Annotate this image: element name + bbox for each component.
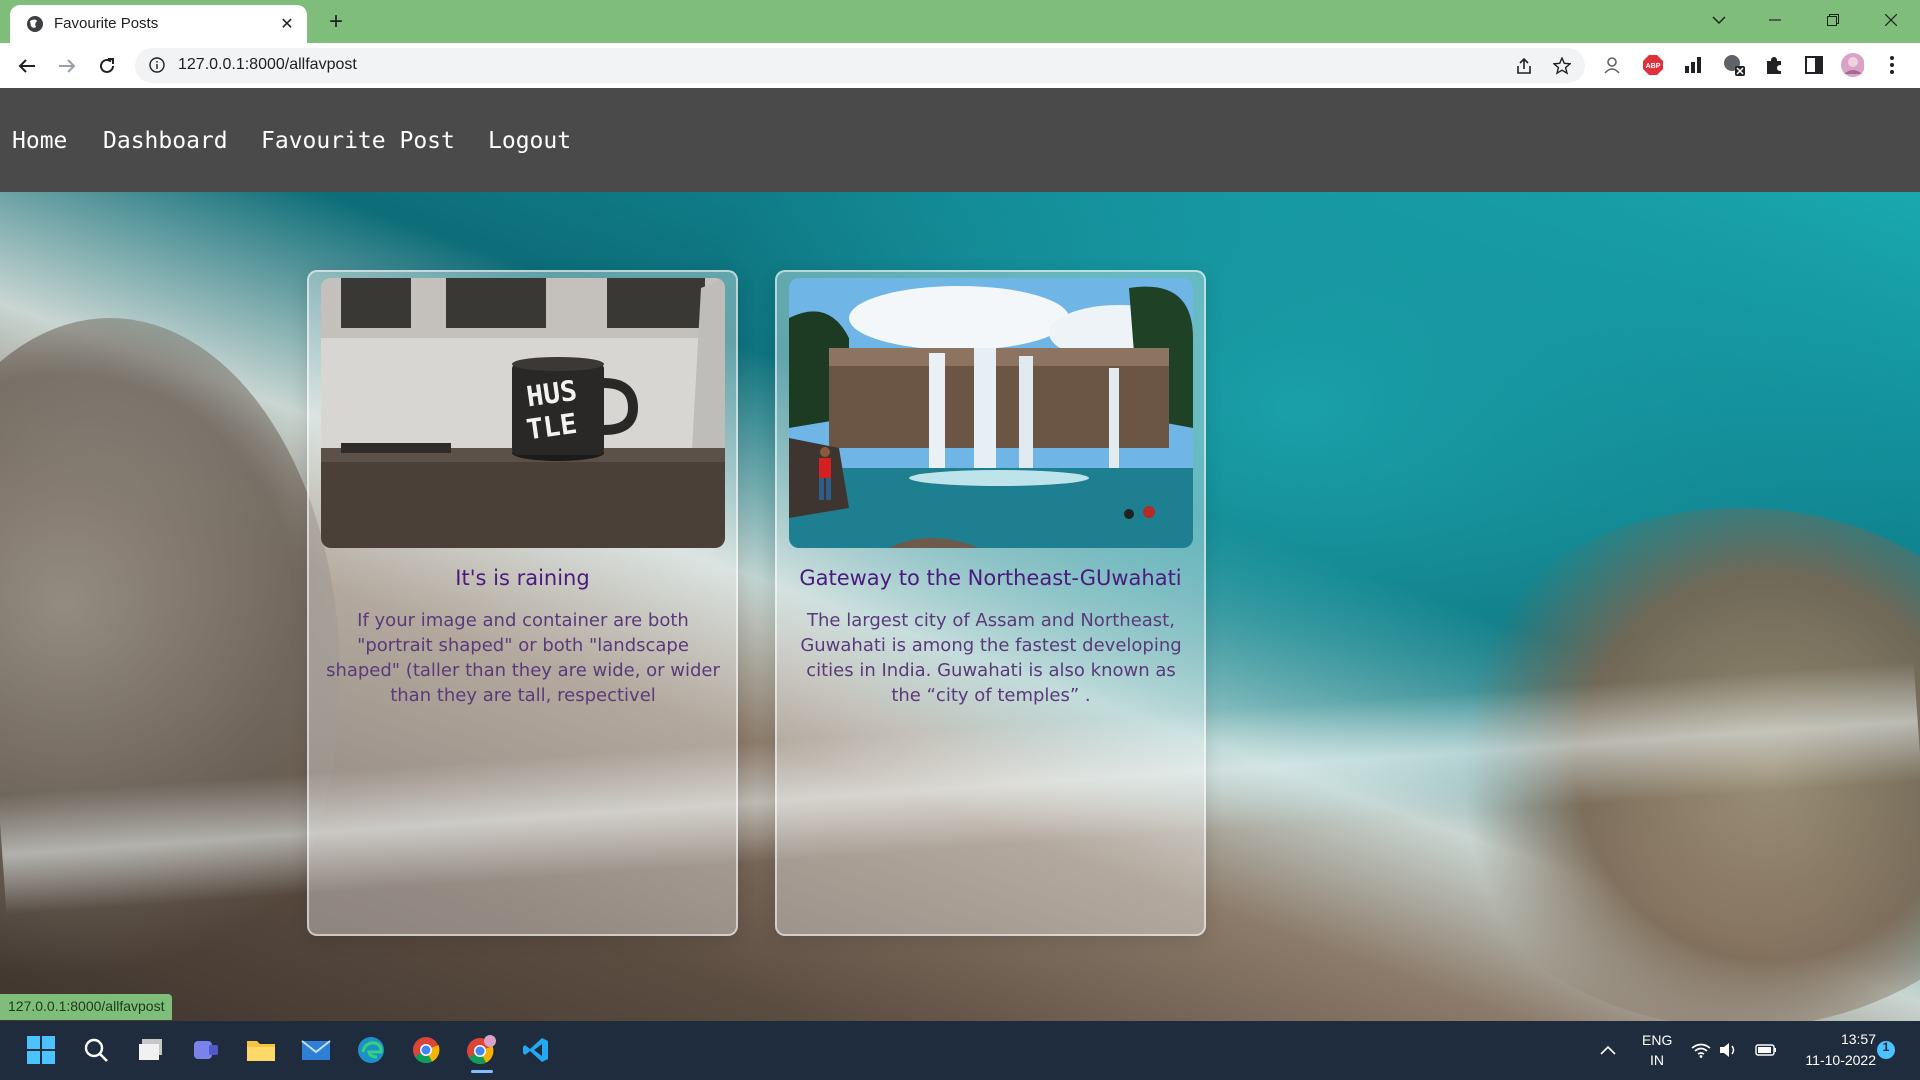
clock-date[interactable]: 11-10-2022: [1792, 1052, 1876, 1068]
chrome-profile-glyph: [467, 1035, 496, 1065]
volume-glyph: [1720, 1043, 1735, 1057]
sidepanel-icon[interactable]: [1802, 53, 1826, 77]
mail-icon[interactable]: [297, 1031, 335, 1069]
reload-icon: [100, 58, 114, 73]
menu-kebab-icon[interactable]: [1880, 53, 1904, 77]
chrome-profile-icon[interactable]: [462, 1031, 500, 1069]
chevron-up-icon[interactable]: [1596, 1031, 1620, 1069]
restore-button[interactable]: [1810, 0, 1856, 40]
browser-tabstrip: Favourite Posts ✕ +: [0, 0, 1920, 43]
share-icon[interactable]: [1513, 55, 1535, 77]
nav-logout-link[interactable]: Logout: [488, 128, 571, 154]
reload-button[interactable]: [92, 51, 122, 81]
edge-glyph: [358, 1037, 384, 1063]
minimize-button[interactable]: [1752, 0, 1798, 40]
chevron-down-icon: [1712, 16, 1726, 25]
puzzle-icon[interactable]: [1762, 53, 1786, 77]
windows-start-icon[interactable]: [22, 1031, 60, 1069]
avatar-glyph: [1841, 53, 1864, 77]
windows-taskbar: ENG IN 13:57 11-10-2022 1: [0, 1021, 1920, 1080]
adblock-icon[interactable]: ABP: [1641, 53, 1665, 77]
minimize-icon: [1769, 19, 1781, 21]
chart-glyph: [1685, 57, 1701, 73]
close-tab-icon[interactable]: ✕: [277, 14, 297, 34]
waterfall-photo-svg: [789, 278, 1193, 548]
battery-glyph: [1755, 1044, 1776, 1056]
new-tab-button[interactable]: +: [322, 8, 350, 36]
chevron-up-glyph: [1600, 1045, 1616, 1055]
forward-button[interactable]: [52, 51, 82, 81]
browser-tab[interactable]: Favourite Posts ✕: [10, 5, 307, 43]
mug-hustle-text-2: TLE: [524, 407, 579, 447]
search-icon[interactable]: [77, 1031, 115, 1069]
arrow-left-icon: [18, 59, 35, 73]
edge-icon[interactable]: [352, 1031, 390, 1069]
close-icon: [1885, 14, 1897, 26]
language-indicator[interactable]: ENG: [1642, 1032, 1672, 1048]
card-description: The largest city of Assam and Northeast,…: [800, 610, 1182, 706]
bookmark-star-icon[interactable]: [1551, 55, 1573, 77]
url-text[interactable]: 127.0.0.1:8000/allfavpost: [178, 56, 357, 74]
star-glyph: [1553, 57, 1571, 75]
volume-icon[interactable]: [1716, 1031, 1740, 1069]
wifi-glyph: [1691, 1043, 1711, 1058]
post-card[interactable]: HUS TLE It's is raining If your image an…: [307, 270, 738, 936]
nav-dashboard-link[interactable]: Dashboard: [103, 128, 228, 154]
windows-logo-glyph: [27, 1036, 55, 1064]
globe-icon: [27, 16, 43, 32]
file-explorer-icon[interactable]: [242, 1031, 280, 1069]
translate-icon[interactable]: [1722, 53, 1746, 77]
share-glyph: [1517, 57, 1531, 74]
address-bar[interactable]: 127.0.0.1:8000/allfavpost: [135, 48, 1585, 83]
browser-toolbar: 127.0.0.1:8000/allfavpost ABP: [0, 43, 1920, 88]
arrow-right-icon: [59, 59, 76, 73]
folder-glyph: [247, 1041, 275, 1061]
tab-search-button[interactable]: [1696, 0, 1742, 40]
background-rocks-left: [0, 318, 340, 1021]
task-view-icon[interactable]: [132, 1031, 170, 1069]
site-navbar: Home Dashboard Favourite Post Logout: [0, 88, 1920, 192]
nav-home-link[interactable]: Home: [12, 128, 67, 154]
adblock-glyph: ABP: [1643, 55, 1663, 75]
nav-favourite-post-link[interactable]: Favourite Post: [261, 128, 455, 154]
mug-photo: HUS TLE: [321, 278, 725, 548]
sidepanel-glyph: [1805, 56, 1823, 74]
post-card[interactable]: Gateway to the Northeast-GUwahati The la…: [775, 270, 1206, 936]
card-title[interactable]: It's is raining: [309, 566, 736, 590]
teams-chat-icon[interactable]: [187, 1031, 225, 1069]
waterfall-photo: [789, 278, 1193, 548]
puzzle-glyph: [1767, 57, 1781, 74]
mail-glyph: [301, 1040, 331, 1060]
chrome-glyph: [413, 1037, 440, 1064]
chrome-icon[interactable]: [407, 1031, 445, 1069]
svg-text:ABP: ABP: [1646, 63, 1661, 70]
avatar-icon[interactable]: [1840, 53, 1864, 77]
info-icon[interactable]: [149, 57, 165, 73]
restore-icon: [1827, 14, 1839, 26]
kebab-glyph: [1890, 56, 1894, 74]
translate-glyph: [1724, 55, 1745, 76]
search-glyph: [84, 1038, 108, 1062]
notification-count: 1: [1882, 1040, 1890, 1054]
status-bar-url: 127.0.0.1:8000/allfavpost: [0, 994, 173, 1020]
vscode-glyph: [523, 1038, 548, 1062]
battery-icon[interactable]: [1752, 1031, 1780, 1069]
card-title[interactable]: Gateway to the Northeast-GUwahati: [777, 566, 1204, 590]
page-viewport: Home Dashboard Favourite Post Logout HUS: [0, 88, 1920, 1021]
close-window-button[interactable]: [1868, 0, 1914, 40]
tab-title: Favourite Posts: [54, 15, 159, 32]
teams-glyph: [194, 1041, 218, 1059]
wifi-icon[interactable]: [1688, 1031, 1714, 1069]
profile-glyph: [1604, 57, 1620, 74]
vscode-icon[interactable]: [517, 1031, 555, 1069]
task-view-glyph: [139, 1039, 162, 1060]
card-description: If your image and container are both "po…: [326, 610, 720, 706]
clock-time[interactable]: 13:57: [1792, 1031, 1876, 1047]
active-app-indicator: [471, 1070, 493, 1073]
mug-photo-svg: HUS TLE: [321, 278, 725, 548]
chart-icon[interactable]: [1681, 53, 1705, 77]
back-button[interactable]: [12, 51, 42, 81]
region-indicator[interactable]: IN: [1642, 1052, 1672, 1068]
profile-icon[interactable]: [1600, 53, 1624, 77]
